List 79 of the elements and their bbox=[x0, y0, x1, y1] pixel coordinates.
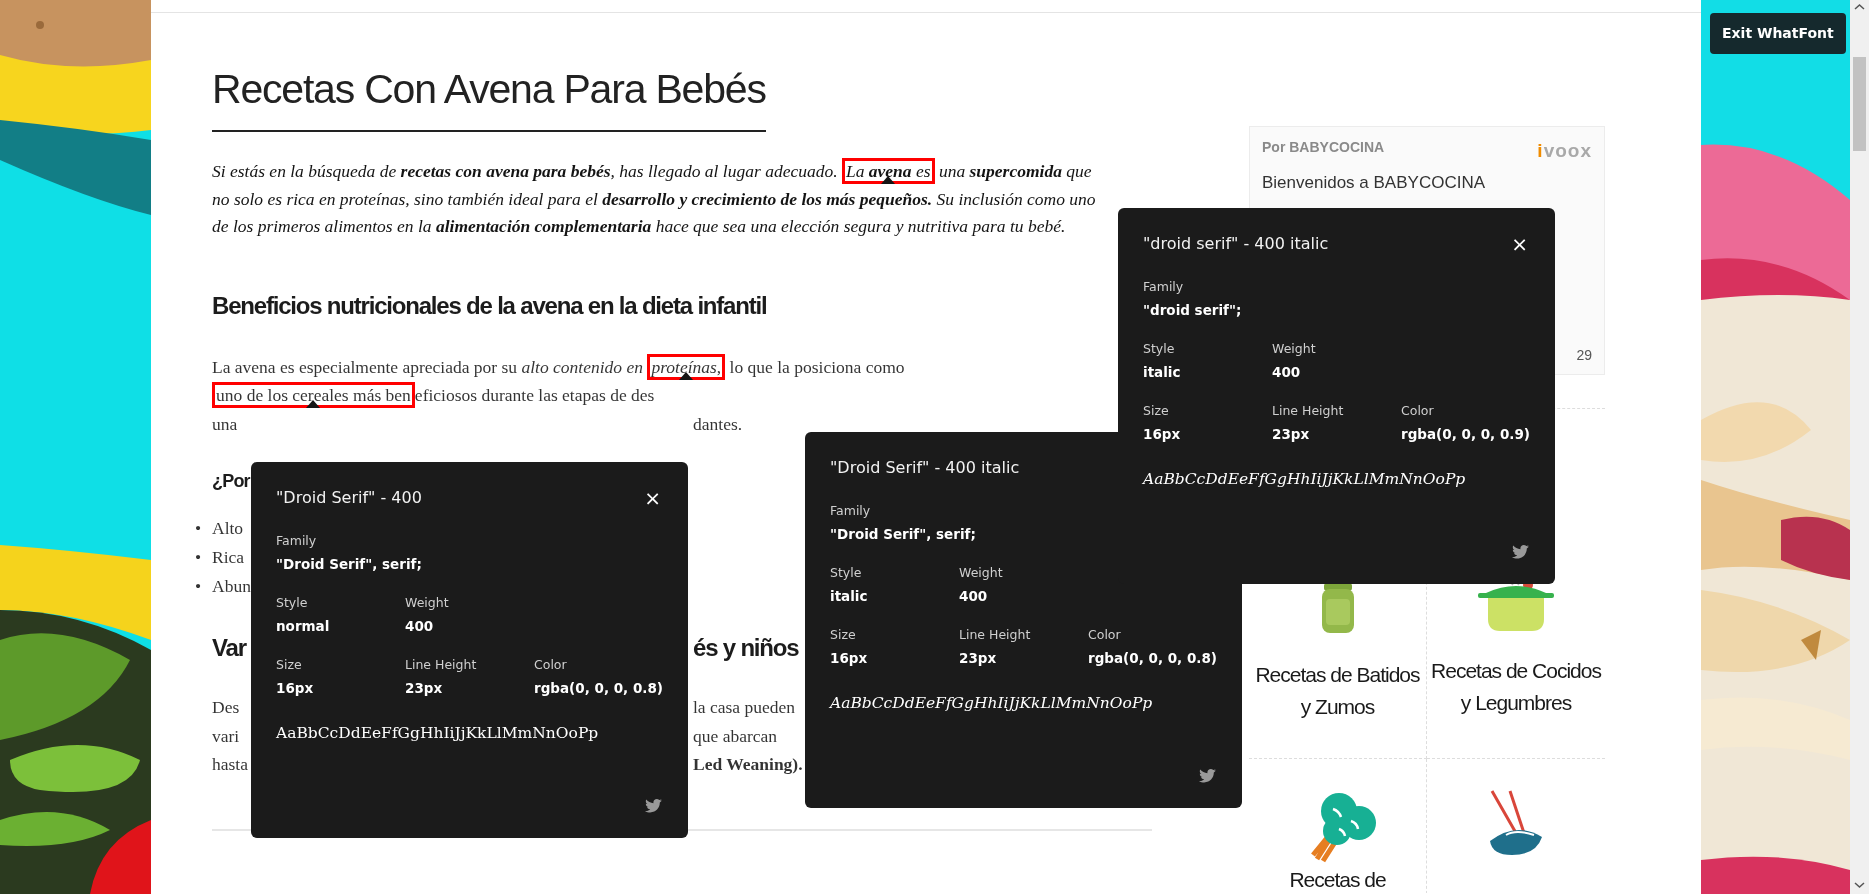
field-value: 16px bbox=[830, 648, 869, 668]
text-fragment: vari bbox=[212, 724, 240, 748]
field-value: 23px bbox=[959, 648, 998, 668]
field-label: Line Height bbox=[959, 626, 1032, 644]
field-label: Weight bbox=[959, 564, 1004, 582]
field-value: normal bbox=[276, 616, 331, 636]
field-label: Color bbox=[534, 656, 568, 674]
field-label: Weight bbox=[1272, 340, 1317, 358]
popup-title: "Droid Serif" - 400 bbox=[276, 487, 422, 509]
list-item: Rica bbox=[212, 546, 245, 570]
episode-title: Bienvenidos a BABYCOCINA bbox=[1262, 171, 1486, 194]
category-link[interactable]: Recetas de bbox=[1289, 867, 1386, 893]
popup-title: "droid serif" - 400 italic bbox=[1143, 233, 1329, 255]
field-label: Family bbox=[276, 532, 318, 550]
field-value: 400 bbox=[959, 586, 989, 606]
text-line: uno de los cereales más ben eficiosos durante las etapas de des bbox=[215, 384, 655, 408]
text-fragment: hasta bbox=[212, 753, 248, 777]
popup-title: "Droid Serif" - 400 italic bbox=[830, 457, 1020, 479]
list-item: Abun bbox=[212, 575, 251, 599]
text-fragment: Des bbox=[212, 696, 240, 720]
field-value: rgba(0, 0, 0, 0.9) bbox=[1401, 424, 1530, 444]
field-label: Size bbox=[276, 656, 303, 674]
bird-icon[interactable] bbox=[644, 797, 663, 814]
page-title: Recetas Con Avena Para Bebés bbox=[212, 65, 766, 133]
paragraph: Si estás en la búsqueda de recetas con avena para bebés, has llegado al lugar adecuado. La avena es una supercomida que no solo es rica en proteínas, sino también ideal para el desarrollo y crecimiento de los más pequeños. Su inclusión como uno de los primeros alimentos en la alimentación complementaria hace que sea una elección segura y nutritiva para tu bebé. bbox=[212, 160, 1097, 239]
field-label: Color bbox=[1088, 626, 1122, 644]
scrollbar[interactable] bbox=[1850, 0, 1869, 894]
font-sample: AaBbCcDdEeFfGgHhIiJjKkLlMmNnOoPp bbox=[830, 693, 1153, 714]
scrollbar-thumb[interactable] bbox=[1853, 57, 1866, 151]
field-label: Style bbox=[1143, 340, 1176, 358]
field-label: Line Height bbox=[1272, 402, 1345, 420]
heading-fragment: és y niños bbox=[693, 633, 799, 664]
font-sample: AaBbCcDdEeFfGgHhIiJjKkLlMmNnOoPp bbox=[276, 723, 599, 744]
category-link[interactable]: Recetas de Cocidos y Legumbres bbox=[1427, 655, 1605, 719]
text-fragment: que abarcan bbox=[693, 724, 778, 748]
category-link[interactable]: Recetas de Batidos y Zumos bbox=[1249, 659, 1426, 723]
field-value: italic bbox=[830, 586, 869, 606]
field-label: Style bbox=[830, 564, 863, 582]
field-label: Color bbox=[1401, 402, 1435, 420]
heading-fragment: Var bbox=[212, 633, 246, 664]
field-label: Size bbox=[830, 626, 857, 644]
list-item: Alto bbox=[212, 517, 244, 541]
close-button[interactable]: × bbox=[642, 488, 663, 508]
field-value: 400 bbox=[405, 616, 435, 636]
list-bullet: • bbox=[195, 575, 203, 599]
list-bullet: • bbox=[195, 517, 203, 541]
exit-button[interactable]: Exit WhatFont bbox=[1710, 13, 1846, 54]
field-label: Size bbox=[1143, 402, 1170, 420]
text-fragment: una bbox=[212, 412, 238, 436]
field-label: Line Height bbox=[405, 656, 478, 674]
field-value: rgba(0, 0, 0, 0.8) bbox=[1088, 648, 1217, 668]
field-value: 400 bbox=[1272, 362, 1302, 382]
field-value: rgba(0, 0, 0, 0.8) bbox=[534, 678, 663, 698]
field-value: "Droid Serif", serif; bbox=[830, 524, 977, 544]
text-line: La avena es especialmente apreciada por su alto contenido en proteínas, lo que la posiciona como bbox=[212, 355, 905, 379]
field-value: 16px bbox=[1143, 424, 1182, 444]
bird-icon[interactable] bbox=[1511, 543, 1530, 560]
list-bullet: • bbox=[195, 546, 203, 570]
field-value: 16px bbox=[276, 678, 315, 698]
subheading: ¿Por bbox=[212, 470, 250, 494]
field-label: Family bbox=[830, 502, 872, 520]
field-value: 23px bbox=[1272, 424, 1311, 444]
duration-time: 29 bbox=[1576, 346, 1592, 365]
logo: ivoox bbox=[1537, 139, 1592, 163]
field-label: Style bbox=[276, 594, 309, 612]
field-value: italic bbox=[1143, 362, 1182, 382]
bird-icon[interactable] bbox=[1198, 767, 1217, 784]
field-value: "droid serif"; bbox=[1143, 300, 1243, 320]
font-sample: AaBbCcDdEeFfGgHhIiJjKkLlMmNnOoPp bbox=[1143, 469, 1466, 490]
close-button[interactable]: × bbox=[1509, 234, 1530, 254]
text-fragment: Led Weaning). bbox=[693, 753, 803, 777]
field-value: "Droid Serif", serif; bbox=[276, 554, 423, 574]
author-label: Por BABYCOCINA bbox=[1262, 138, 1385, 157]
field-value: 23px bbox=[405, 678, 444, 698]
text-fragment: dantes. bbox=[693, 412, 743, 436]
section-heading: Beneficios nutricionales de la avena en la dieta infantil bbox=[212, 290, 767, 321]
field-label: Weight bbox=[405, 594, 450, 612]
field-label: Family bbox=[1143, 278, 1185, 296]
text-fragment: la casa pueden bbox=[693, 696, 796, 720]
